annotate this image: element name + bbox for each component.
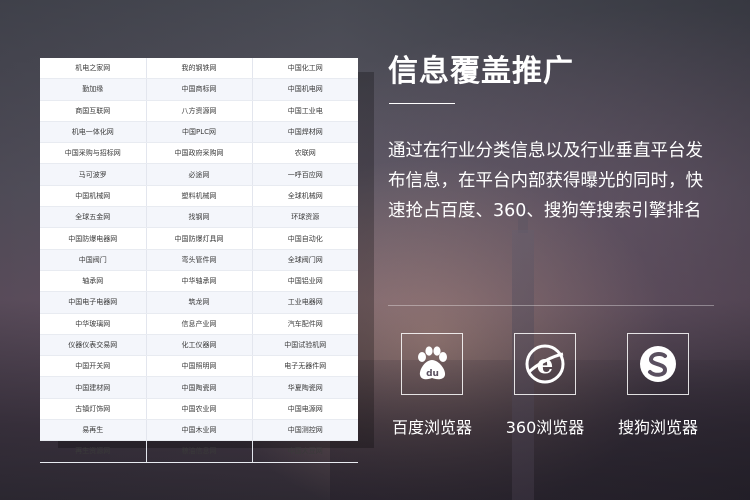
site-link[interactable]: 一呼百应网 (252, 163, 358, 186)
site-link[interactable]: 中国试验机网 (252, 334, 358, 357)
site-link[interactable]: 中国防爆灯具网 (146, 227, 253, 250)
table-row: 机电一体化网 中国PLC网 中国焊材网 (40, 121, 358, 144)
table-row: 古镇灯饰网 中国农业网 中国电源网 (40, 398, 358, 421)
description-text: 通过在行业分类信息以及行业垂直平台发布信息，在平台内部获得曝光的同时，快速抢占百… (388, 141, 703, 221)
site-link[interactable]: 中华玻璃网 (40, 313, 147, 335)
table-row: 中国开关网 中国照明网 电子无器件网 (40, 355, 358, 378)
360-icon-frame: e (514, 333, 576, 395)
baidu-paw-icon: du (418, 346, 447, 380)
browser-label: 搜狗浏览器 (617, 418, 698, 437)
site-link[interactable]: 全球五金网 (40, 206, 147, 229)
site-link[interactable]: 商国互联网 (40, 100, 147, 122)
site-link[interactable]: 中国开关网 (40, 355, 147, 378)
table-row: 中国防爆电器网 中国防爆灯具网 中国自动化 (40, 227, 358, 250)
site-link[interactable]: 筑龙网 (146, 291, 253, 314)
site-link[interactable]: 中国焊材网 (252, 121, 358, 144)
sogou-s-icon (640, 346, 676, 382)
sogou-icon-frame (627, 333, 689, 395)
section-divider (388, 305, 714, 306)
site-link[interactable]: 工业电器网 (252, 291, 358, 314)
table-row: 全球五金网 找钢网 环球资源 (40, 206, 358, 229)
site-link[interactable]: 中国机电网 (252, 78, 358, 101)
browser-sogou[interactable]: 搜狗浏览器 (608, 333, 708, 438)
site-link[interactable]: 中国陶瓷网 (146, 376, 253, 399)
site-link[interactable]: 环球资源 (252, 206, 358, 229)
site-link[interactable]: 全球阀门网 (252, 249, 358, 271)
table-row: 机电之家网 我的钢铁网 中国化工网 (40, 58, 358, 80)
browser-label: 百度浏览器 (391, 418, 472, 437)
table-row: 马可波罗 必途网 一呼百应网 (40, 163, 358, 186)
table-row: 中国采购与招标网 中国政府采购网 农联网 (40, 142, 358, 165)
site-link[interactable]: 中国电子电器网 (40, 291, 147, 314)
site-link[interactable]: 全球机械网 (252, 185, 358, 208)
site-link[interactable]: 必途网 (146, 163, 253, 186)
site-link[interactable]: 古镇灯饰网 (40, 398, 147, 421)
site-link[interactable]: 中国照明网 (146, 355, 253, 378)
360-e-icon: e (525, 344, 565, 384)
table-row: 中国建材网 中国陶瓷网 华夏陶瓷网 (40, 376, 358, 399)
table-row: 勤加缘 中国商标网 中国机电网 (40, 78, 358, 101)
site-link[interactable]: 汽车配件网 (252, 313, 358, 335)
site-link[interactable]: 中国政府采购网 (146, 142, 253, 165)
site-link[interactable]: 中国铝业网 (252, 270, 358, 293)
site-table: 机电之家网 我的钢铁网 中国化工网 勤加缘 中国商标网 中国机电网 商国互联网 八方资源网 中国… (40, 58, 358, 463)
site-link[interactable]: 再生资源网 (40, 440, 147, 463)
site-link[interactable]: 中国电源网 (252, 398, 358, 421)
site-link[interactable]: 中国防爆电器网 (40, 227, 147, 250)
site-link[interactable]: 中国大豆网 (252, 440, 358, 463)
site-link[interactable]: 华夏陶瓷网 (252, 376, 358, 399)
site-link[interactable]: 中国商标网 (146, 78, 253, 101)
site-link[interactable]: 粮油信息网 (146, 440, 253, 463)
browser-baidu[interactable]: du 百度浏览器 (382, 333, 482, 438)
site-link[interactable]: 化工仪器网 (146, 334, 253, 357)
site-link[interactable]: 中国自动化 (252, 227, 358, 250)
site-link[interactable]: 中国机械网 (40, 185, 147, 208)
site-link[interactable]: 勤加缘 (40, 78, 147, 101)
site-list-panel: 机电之家网 我的钢铁网 中国化工网 勤加缘 中国商标网 中国机电网 商国互联网 八方资源网 中国… (40, 58, 358, 463)
browser-label: 360浏览器 (505, 418, 585, 437)
site-link[interactable]: 马可波罗 (40, 163, 147, 186)
site-link[interactable]: 找钢网 (146, 206, 253, 229)
site-link[interactable]: 中国建材网 (40, 376, 147, 399)
site-link[interactable]: 中国化工网 (252, 58, 358, 80)
site-link[interactable]: 中国工业电 (252, 100, 358, 122)
site-link[interactable]: 仪器仪表交易网 (40, 334, 147, 357)
table-row: 中华玻璃网 信息产业网 汽车配件网 (40, 313, 358, 335)
site-link[interactable]: 弯头管件网 (146, 249, 253, 271)
table-row: 中国电子电器网 筑龙网 工业电器网 (40, 291, 358, 314)
table-row: 再生资源网 粮油信息网 中国大豆网 (40, 440, 358, 463)
site-link[interactable]: 中国测控网 (252, 419, 358, 442)
site-link[interactable]: 中国采购与招标网 (40, 142, 147, 165)
site-link[interactable]: 农联网 (252, 142, 358, 165)
site-link[interactable]: 中国PLC网 (146, 121, 253, 144)
site-link[interactable]: 易再生 (40, 419, 147, 442)
table-row: 商国互联网 八方资源网 中国工业电 (40, 100, 358, 122)
svg-text:du: du (426, 369, 439, 379)
table-row: 中国阀门 弯头管件网 全球阀门网 (40, 249, 358, 271)
site-link[interactable]: 中国木业网 (146, 419, 253, 442)
site-link[interactable]: 中华轴承网 (146, 270, 253, 293)
site-link[interactable]: 电子无器件网 (252, 355, 358, 378)
site-link[interactable]: 中国阀门 (40, 249, 147, 271)
site-link[interactable]: 我的钢铁网 (146, 58, 253, 80)
table-row: 轴承网 中华轴承网 中国铝业网 (40, 270, 358, 293)
site-link[interactable]: 塑料机械网 (146, 185, 253, 208)
site-link[interactable]: 八方资源网 (146, 100, 253, 122)
browser-360[interactable]: e 360浏览器 (495, 333, 595, 438)
page-title: 信息覆盖推广 (388, 54, 574, 89)
table-row: 仪器仪表交易网 化工仪器网 中国试验机网 (40, 334, 358, 357)
baidu-icon-frame: du (401, 333, 463, 395)
table-row: 中国机械网 塑料机械网 全球机械网 (40, 185, 358, 208)
table-row: 易再生 中国木业网 中国测控网 (40, 419, 358, 442)
site-link[interactable]: 信息产业网 (146, 313, 253, 335)
site-link[interactable]: 轴承网 (40, 270, 147, 293)
title-underline (389, 103, 455, 104)
site-link[interactable]: 机电之家网 (40, 58, 147, 80)
site-link[interactable]: 机电一体化网 (40, 121, 147, 144)
site-link[interactable]: 中国农业网 (146, 398, 253, 421)
